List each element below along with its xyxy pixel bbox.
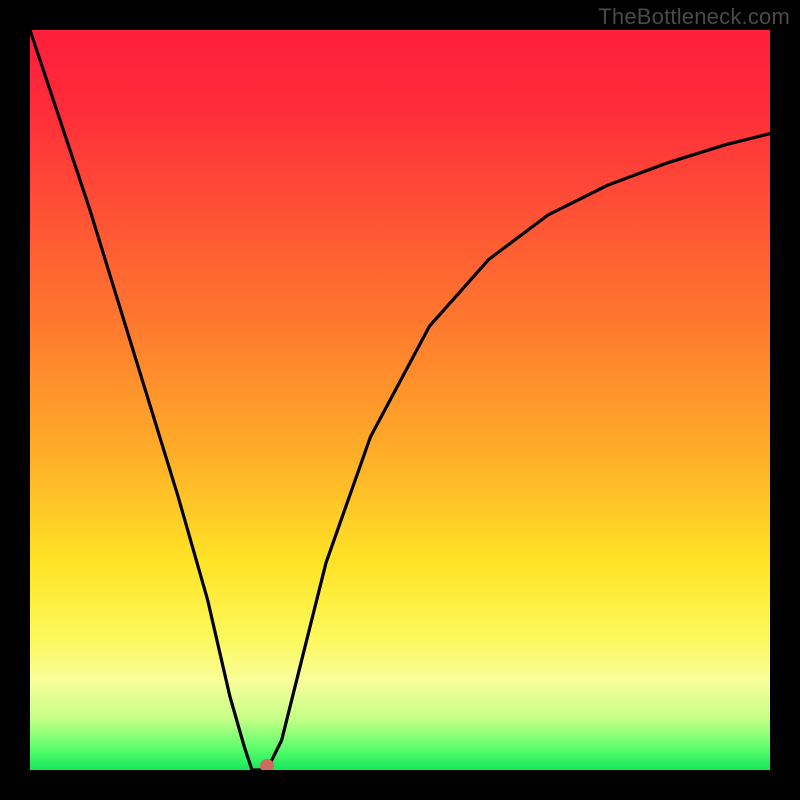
valley-marker-dot <box>260 759 274 770</box>
bottleneck-curve <box>30 30 770 770</box>
watermark-text: TheBottleneck.com <box>598 4 790 30</box>
plot-area <box>30 30 770 770</box>
chart-frame: TheBottleneck.com <box>0 0 800 800</box>
